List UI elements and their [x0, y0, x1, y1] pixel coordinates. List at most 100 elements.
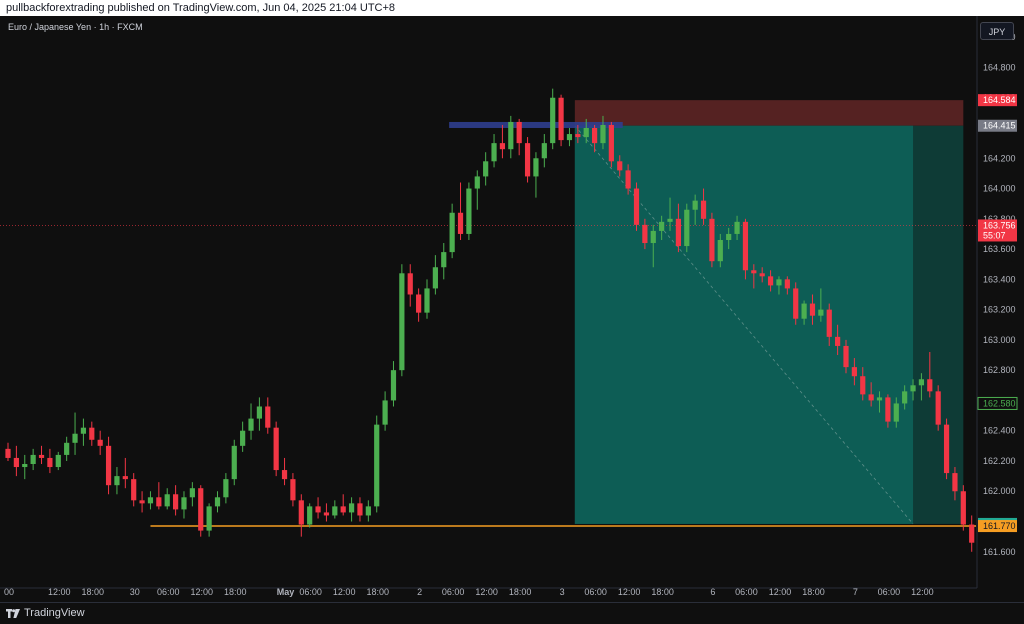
time-tick-label: 18:00	[366, 587, 389, 597]
candle-bearish	[198, 488, 204, 531]
candle-bearish	[608, 124, 614, 162]
candle-bearish	[416, 294, 422, 313]
time-tick-label: 12:00	[769, 587, 792, 597]
candlestick-chart[interactable]: 165.000164.800164.600164.400164.200164.0…	[0, 16, 1024, 602]
candle-bullish	[600, 124, 606, 144]
candle-bearish	[617, 161, 623, 171]
currency-button[interactable]: JPY	[980, 22, 1014, 40]
symbol-legend[interactable]: Euro / Japanese Yen · 1h · FXCM	[8, 22, 143, 32]
candle-bearish	[709, 218, 715, 262]
chart-area[interactable]: 165.000164.800164.600164.400164.200164.0…	[0, 16, 1024, 602]
price-axis-label-text: 162.580	[983, 398, 1016, 408]
candle-bullish	[684, 209, 690, 247]
tradingview-brand: TradingView	[24, 607, 85, 619]
time-tick-label: 18:00	[651, 587, 674, 597]
time-tick-label: 06:00	[299, 587, 322, 597]
candle-bearish	[642, 224, 648, 244]
candle-bullish	[918, 379, 925, 386]
candle-bullish	[240, 430, 246, 446]
candle-bullish	[348, 503, 355, 513]
candle-bearish	[943, 424, 950, 474]
candle-bullish	[399, 273, 405, 371]
tradingview-logo-icon	[6, 608, 20, 618]
candle-bullish	[147, 497, 154, 504]
candle-bearish	[860, 376, 866, 395]
time-tick-label: 30	[130, 587, 140, 597]
candle-bullish	[424, 288, 430, 313]
time-tick-label: 2	[417, 587, 422, 597]
candle-bearish	[885, 397, 891, 422]
candle-bullish	[30, 454, 36, 464]
candle-bullish	[876, 397, 883, 401]
candle-bullish	[206, 506, 212, 531]
candle-bearish	[742, 221, 749, 271]
candle-bullish	[583, 128, 589, 138]
price-tick-label: 162.800	[983, 365, 1016, 375]
candle-bearish	[952, 473, 958, 492]
candle-bearish	[13, 457, 19, 468]
candle-bearish	[139, 500, 145, 504]
time-tick-label: 12:00	[618, 587, 641, 597]
candle-bearish	[340, 506, 346, 513]
price-tick-label: 163.600	[983, 244, 1016, 254]
candle-bullish	[55, 454, 61, 468]
candle-bullish	[726, 233, 732, 240]
candle-bearish	[47, 457, 53, 468]
candle-bullish	[449, 212, 455, 253]
candle-bullish	[508, 121, 514, 150]
candle-bearish	[809, 303, 816, 316]
candle-bullish	[910, 385, 916, 392]
publish-header-title: pullbackforextrading published on Tradin…	[6, 2, 396, 14]
candle-bearish	[835, 336, 841, 346]
candle-bearish	[173, 494, 179, 510]
candle-bullish	[22, 464, 28, 468]
candle-bearish	[273, 427, 279, 471]
price-tick-label: 163.000	[983, 335, 1016, 345]
candle-bearish	[969, 524, 975, 543]
stop-loss-zone[interactable]	[574, 100, 964, 126]
candle-bearish	[558, 97, 564, 141]
tradingview-logo[interactable]: TradingView	[6, 607, 85, 619]
time-tick-label: 7	[853, 587, 858, 597]
candle-bearish	[784, 279, 790, 289]
candle-bullish	[550, 97, 556, 144]
time-tick-label: 06:00	[157, 587, 180, 597]
candle-bullish	[432, 267, 438, 289]
candle-bearish	[960, 491, 966, 525]
candle-bearish	[499, 143, 506, 150]
price-tick-label: 161.600	[983, 547, 1016, 557]
candle-bearish	[675, 218, 681, 247]
price-tick-label: 164.800	[983, 62, 1016, 72]
candle-bearish	[700, 200, 707, 219]
candle-bullish	[483, 161, 489, 177]
candle-bearish	[625, 170, 631, 189]
candle-bullish	[441, 252, 447, 268]
candle-bullish	[164, 494, 170, 507]
entry-zone-marker[interactable]	[449, 121, 623, 128]
candle-bullish	[491, 143, 497, 162]
candle-bullish	[374, 424, 380, 507]
candle-bullish	[189, 488, 195, 498]
candle-bullish	[533, 158, 539, 177]
time-tick-label: 3	[560, 587, 565, 597]
time-tick-label: 12:00	[190, 587, 213, 597]
candle-bearish	[281, 470, 288, 480]
price-tick-label: 162.000	[983, 486, 1016, 496]
price-axis-countdown-text: 55:07	[983, 230, 1006, 240]
candle-bullish	[902, 391, 908, 404]
candle-bullish	[466, 188, 472, 234]
candle-bullish	[667, 218, 673, 222]
candle-bullish	[717, 240, 723, 262]
time-tick-label: 06:00	[878, 587, 901, 597]
candle-bearish	[407, 273, 413, 295]
candle-bearish	[97, 439, 103, 446]
price-tick-label: 163.400	[983, 274, 1016, 284]
candle-bullish	[223, 479, 229, 498]
candle-bullish	[382, 400, 388, 425]
candle-bullish	[64, 442, 70, 455]
candle-bearish	[751, 270, 757, 274]
candle-bullish	[332, 506, 338, 516]
candle-bullish	[181, 497, 187, 510]
price-axis-label-text: 161.770	[983, 521, 1016, 531]
candle-bearish	[105, 445, 112, 486]
